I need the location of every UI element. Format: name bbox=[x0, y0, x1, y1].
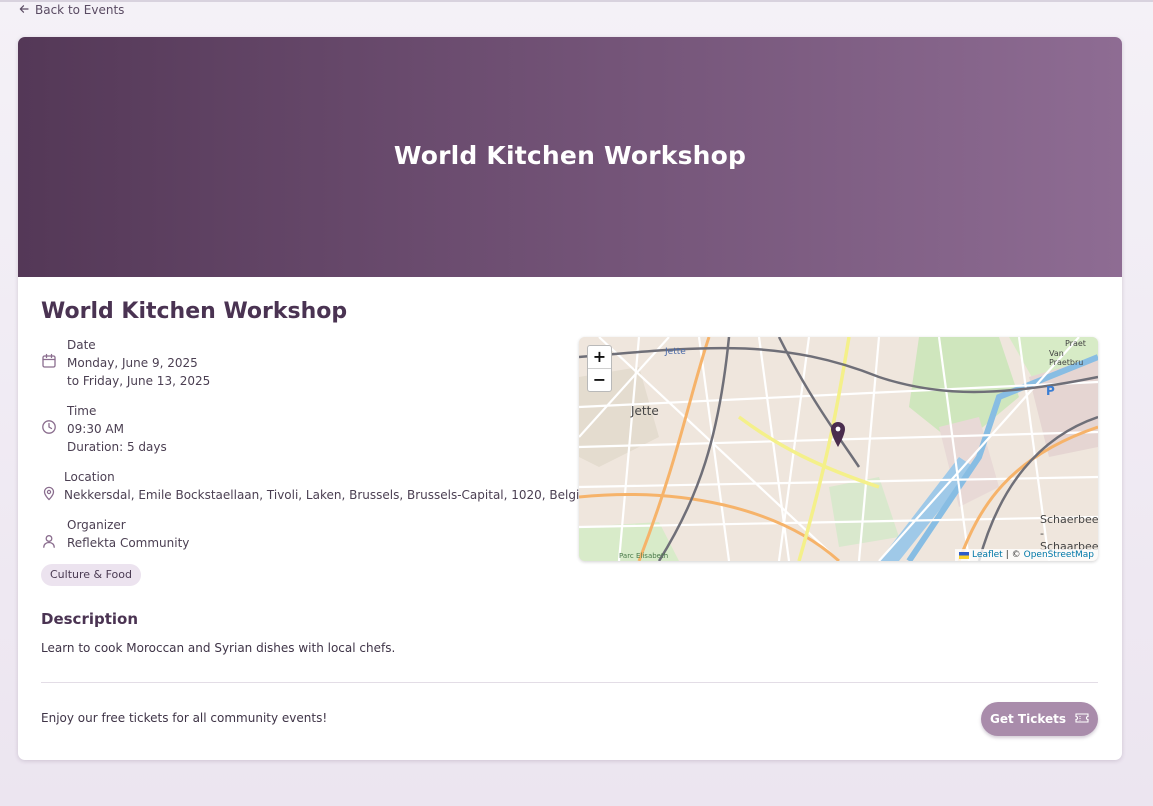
event-title: World Kitchen Workshop bbox=[41, 299, 348, 324]
map-attribution: Leaflet | © OpenStreetMap bbox=[955, 549, 1098, 561]
free-tickets-note: Enjoy our free tickets for all community… bbox=[41, 711, 328, 725]
map-zoom-control: + − bbox=[587, 345, 612, 392]
arrow-left-icon bbox=[19, 3, 29, 17]
map-label-praet: Praet bbox=[1065, 339, 1086, 348]
map-label-parc: Parc Elisabeth bbox=[619, 552, 669, 560]
top-border bbox=[0, 0, 1153, 2]
organizer-info: Organizer Reflekta Community bbox=[41, 516, 189, 552]
calendar-icon bbox=[41, 353, 57, 369]
attribution-separator: | © bbox=[1005, 550, 1021, 560]
time-start: 09:30 AM bbox=[67, 422, 124, 436]
category-tag: Culture & Food bbox=[41, 564, 141, 586]
description-text: Learn to cook Moroccan and Syrian dishes… bbox=[41, 641, 396, 655]
location-info: Location Nekkersdal, Emile Bockstaellaan… bbox=[41, 468, 599, 504]
map-label-jette: Jette bbox=[631, 404, 659, 418]
hero-title: World Kitchen Workshop bbox=[393, 141, 747, 170]
event-hero-banner: World Kitchen Workshop bbox=[18, 37, 1122, 277]
date-end: to Friday, June 13, 2025 bbox=[67, 374, 211, 388]
get-tickets-button[interactable]: Get Tickets bbox=[981, 702, 1098, 736]
openstreetmap-link[interactable]: OpenStreetMap bbox=[1024, 550, 1094, 560]
date-info: Date Monday, June 9, 2025 to Friday, Jun… bbox=[41, 336, 210, 390]
back-link-label: Back to Events bbox=[35, 3, 125, 17]
user-icon bbox=[41, 533, 57, 549]
parking-icon: P bbox=[1046, 384, 1055, 398]
event-location-map[interactable]: + − Jette Jette Schaerbeek - Schaarbeek … bbox=[579, 337, 1098, 561]
organizer-label: Organizer bbox=[67, 518, 126, 532]
map-pin-icon bbox=[41, 485, 57, 501]
location-label: Location bbox=[64, 470, 115, 484]
description-heading: Description bbox=[41, 610, 139, 628]
location-address: Nekkersdal, Emile Bockstaellaan, Tivoli,… bbox=[64, 488, 599, 502]
map-label-van-praet: Van Praetbru bbox=[1049, 349, 1084, 367]
date-label: Date bbox=[67, 338, 96, 352]
zoom-in-button[interactable]: + bbox=[588, 346, 611, 368]
zoom-out-button[interactable]: − bbox=[588, 368, 611, 391]
map-label-jette-small: Jette bbox=[665, 347, 686, 357]
ukraine-flag-icon bbox=[959, 551, 970, 559]
time-duration: Duration: 5 days bbox=[67, 440, 167, 454]
map-label-schaerbeek: Schaerbeek bbox=[1040, 513, 1098, 526]
get-tickets-label: Get Tickets bbox=[990, 712, 1066, 726]
back-to-events-link[interactable]: Back to Events bbox=[19, 3, 124, 17]
organizer-name: Reflekta Community bbox=[67, 536, 190, 550]
divider bbox=[41, 682, 1098, 683]
event-card: World Kitchen Workshop World Kitchen Wor… bbox=[18, 37, 1122, 760]
map-tiles bbox=[579, 337, 1098, 561]
leaflet-link[interactable]: Leaflet bbox=[972, 550, 1003, 560]
ticket-icon bbox=[1075, 712, 1089, 727]
time-label: Time bbox=[67, 404, 97, 418]
time-info: Time 09:30 AM Duration: 5 days bbox=[41, 402, 167, 456]
clock-icon bbox=[41, 419, 57, 435]
date-start: Monday, June 9, 2025 bbox=[67, 356, 198, 370]
